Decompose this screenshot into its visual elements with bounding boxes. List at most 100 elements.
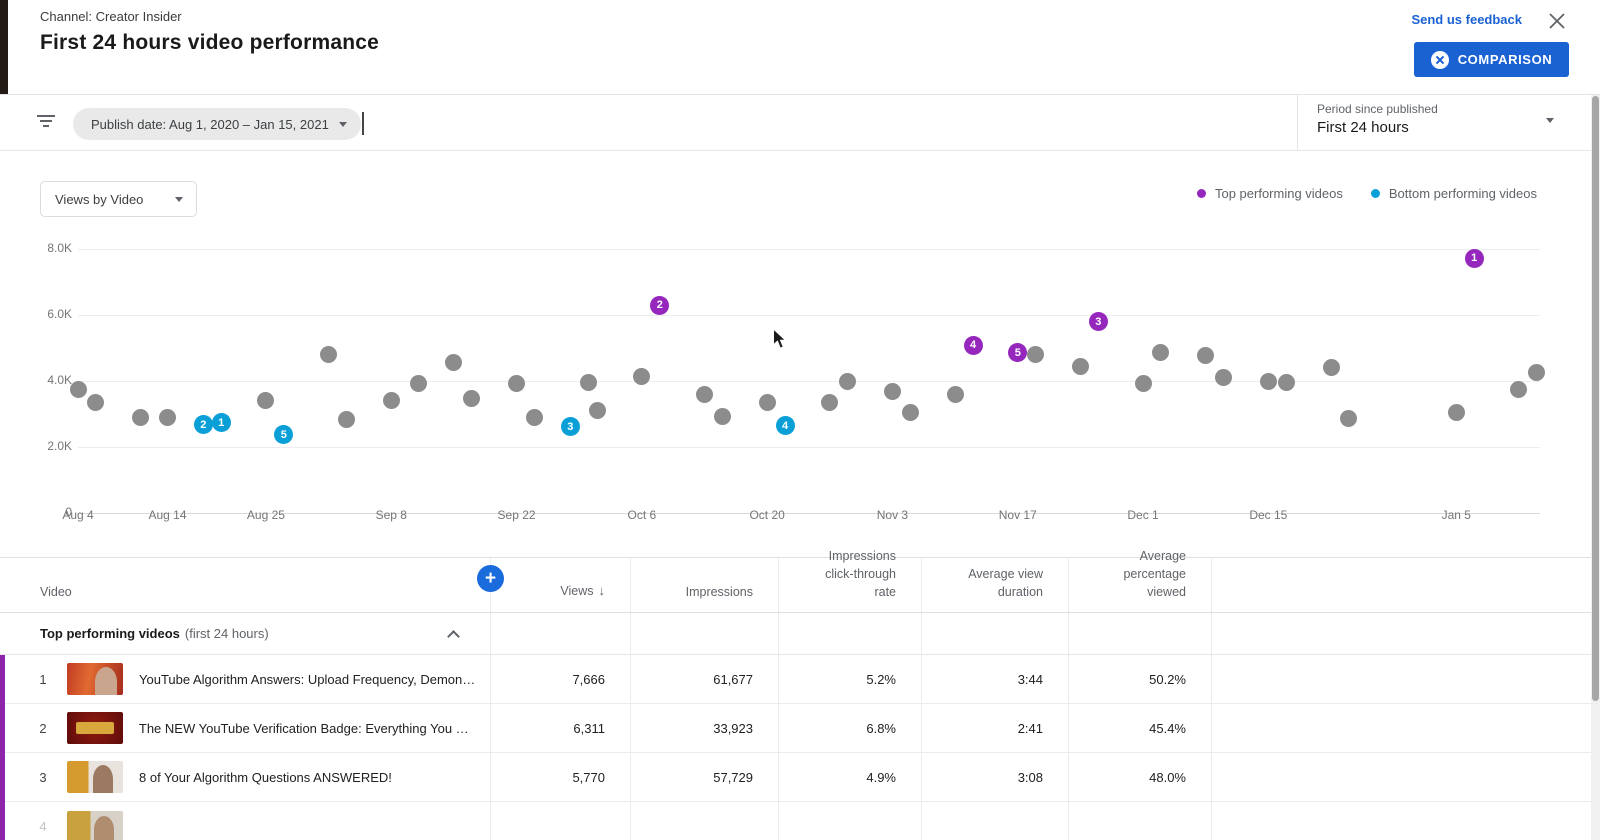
data-point[interactable] <box>714 408 731 425</box>
y-axis-tick-label: 4.0K <box>38 373 72 387</box>
data-point[interactable] <box>410 375 427 392</box>
views-cell: 6,311 <box>490 721 630 736</box>
x-axis-tick-label: Dec 15 <box>1236 508 1300 522</box>
data-point[interactable] <box>87 394 104 411</box>
data-point[interactable] <box>947 386 964 403</box>
table-row[interactable]: 2The NEW YouTube Verification Badge: Eve… <box>0 704 1600 753</box>
x-axis-tick-label: Dec 1 <box>1111 508 1175 522</box>
data-point[interactable] <box>633 368 650 385</box>
views-cell: 7,666 <box>490 672 630 687</box>
data-point[interactable] <box>1278 374 1295 391</box>
avg-view-duration-cell: 3:08 <box>921 770 1068 785</box>
data-point-top-2[interactable]: 2 <box>650 296 669 315</box>
video-thumbnail <box>67 663 123 695</box>
video-thumbnail <box>67 811 123 840</box>
add-metric-button[interactable]: + <box>477 565 504 592</box>
data-point[interactable] <box>1260 373 1277 390</box>
data-point[interactable] <box>1072 358 1089 375</box>
impressions-cell: 33,923 <box>630 721 778 736</box>
data-point-top-1[interactable]: 1 <box>1465 249 1484 268</box>
data-point[interactable] <box>338 411 355 428</box>
top-performing-section-stripe <box>0 655 5 840</box>
ctr-cell: 4.9% <box>778 770 921 785</box>
column-header-ctr[interactable]: Impressions click-through rate <box>778 547 921 601</box>
avg-view-duration-cell: 3:44 <box>921 672 1068 687</box>
scrollbar-thumb[interactable] <box>1592 96 1599 701</box>
data-point[interactable] <box>463 390 480 407</box>
data-point[interactable] <box>821 394 838 411</box>
ctr-cell: 5.2% <box>778 672 921 687</box>
data-point[interactable] <box>1027 346 1044 363</box>
column-header-views[interactable]: Views↓ <box>490 582 630 601</box>
video-performance-modal: Channel: Creator Insider First 24 hours … <box>0 0 1600 840</box>
table-header-row: Video Views↓ Impressions Impressions cli… <box>0 557 1600 613</box>
views-cell: 5,770 <box>490 770 630 785</box>
data-point-bottom-4[interactable]: 4 <box>776 416 795 435</box>
ctr-cell: 6.8% <box>778 721 921 736</box>
videos-table: Video Views↓ Impressions Impressions cli… <box>0 557 1600 840</box>
data-point[interactable] <box>383 392 400 409</box>
gridline <box>78 447 1540 448</box>
data-point[interactable] <box>580 374 597 391</box>
y-axis-tick-label: 6.0K <box>38 307 72 321</box>
video-title: YouTube Algorithm Answers: Upload Freque… <box>139 672 490 687</box>
table-row[interactable]: 1YouTube Algorithm Answers: Upload Frequ… <box>0 655 1600 704</box>
data-point[interactable] <box>508 375 525 392</box>
video-thumbnail <box>67 761 123 793</box>
data-point[interactable] <box>159 409 176 426</box>
video-title: The NEW YouTube Verification Badge: Ever… <box>139 721 490 736</box>
avg-percentage-viewed-cell: 48.0% <box>1068 770 1211 785</box>
x-axis-tick-label: Sep 8 <box>359 508 423 522</box>
collapse-section-icon[interactable] <box>447 630 460 643</box>
data-point[interactable] <box>1135 375 1152 392</box>
data-point[interactable] <box>1215 369 1232 386</box>
x-axis-tick-label: Sep 22 <box>485 508 549 522</box>
data-point-bottom-3[interactable]: 3 <box>561 417 580 436</box>
data-point[interactable] <box>445 354 462 371</box>
row-rank: 4 <box>34 819 52 834</box>
data-point-bottom-2[interactable]: 2 <box>194 415 213 434</box>
data-point[interactable] <box>839 373 856 390</box>
mouse-cursor <box>772 328 788 350</box>
section-subtitle: (first 24 hours) <box>185 626 269 641</box>
column-header-video[interactable]: Video <box>0 583 490 601</box>
data-point-top-5[interactable]: 5 <box>1008 343 1027 362</box>
data-point-top-4[interactable]: 4 <box>964 336 983 355</box>
avg-view-duration-cell: 2:41 <box>921 721 1068 736</box>
impressions-cell: 61,677 <box>630 672 778 687</box>
video-cell: 2The NEW YouTube Verification Badge: Eve… <box>0 712 490 744</box>
table-row[interactable]: 38 of Your Algorithm Questions ANSWERED!… <box>0 753 1600 802</box>
data-point-bottom-5[interactable]: 5 <box>274 425 293 444</box>
column-header-impressions[interactable]: Impressions <box>630 583 778 601</box>
data-point[interactable] <box>1197 347 1214 364</box>
table-row[interactable]: 4 <box>0 802 1600 840</box>
data-point[interactable] <box>320 346 337 363</box>
data-point[interactable] <box>70 381 87 398</box>
data-point-bottom-1[interactable]: 1 <box>212 413 231 432</box>
data-point[interactable] <box>696 386 713 403</box>
data-point[interactable] <box>589 402 606 419</box>
data-point[interactable] <box>1323 359 1340 376</box>
data-point-top-3[interactable]: 3 <box>1089 312 1108 331</box>
data-point[interactable] <box>1510 381 1527 398</box>
data-point[interactable] <box>759 394 776 411</box>
column-header-avg-view-duration[interactable]: Average view duration <box>921 565 1068 601</box>
data-point[interactable] <box>1448 404 1465 421</box>
data-point[interactable] <box>526 409 543 426</box>
gridline <box>78 249 1540 250</box>
x-axis-tick-label: Oct 20 <box>735 508 799 522</box>
data-point[interactable] <box>132 409 149 426</box>
x-axis-tick-label: Nov 17 <box>986 508 1050 522</box>
column-header-avg-percentage-viewed[interactable]: Average percentage viewed <box>1068 547 1211 601</box>
data-point[interactable] <box>1152 344 1169 361</box>
data-point[interactable] <box>1340 410 1357 427</box>
data-point[interactable] <box>902 404 919 421</box>
x-axis-tick-label: Jan 5 <box>1424 508 1488 522</box>
row-rank: 3 <box>34 770 52 785</box>
gridline <box>78 315 1540 316</box>
data-point[interactable] <box>1528 364 1545 381</box>
data-point[interactable] <box>257 392 274 409</box>
data-point[interactable] <box>884 383 901 400</box>
avg-percentage-viewed-cell: 45.4% <box>1068 721 1211 736</box>
section-title: Top performing videos <box>40 626 180 641</box>
